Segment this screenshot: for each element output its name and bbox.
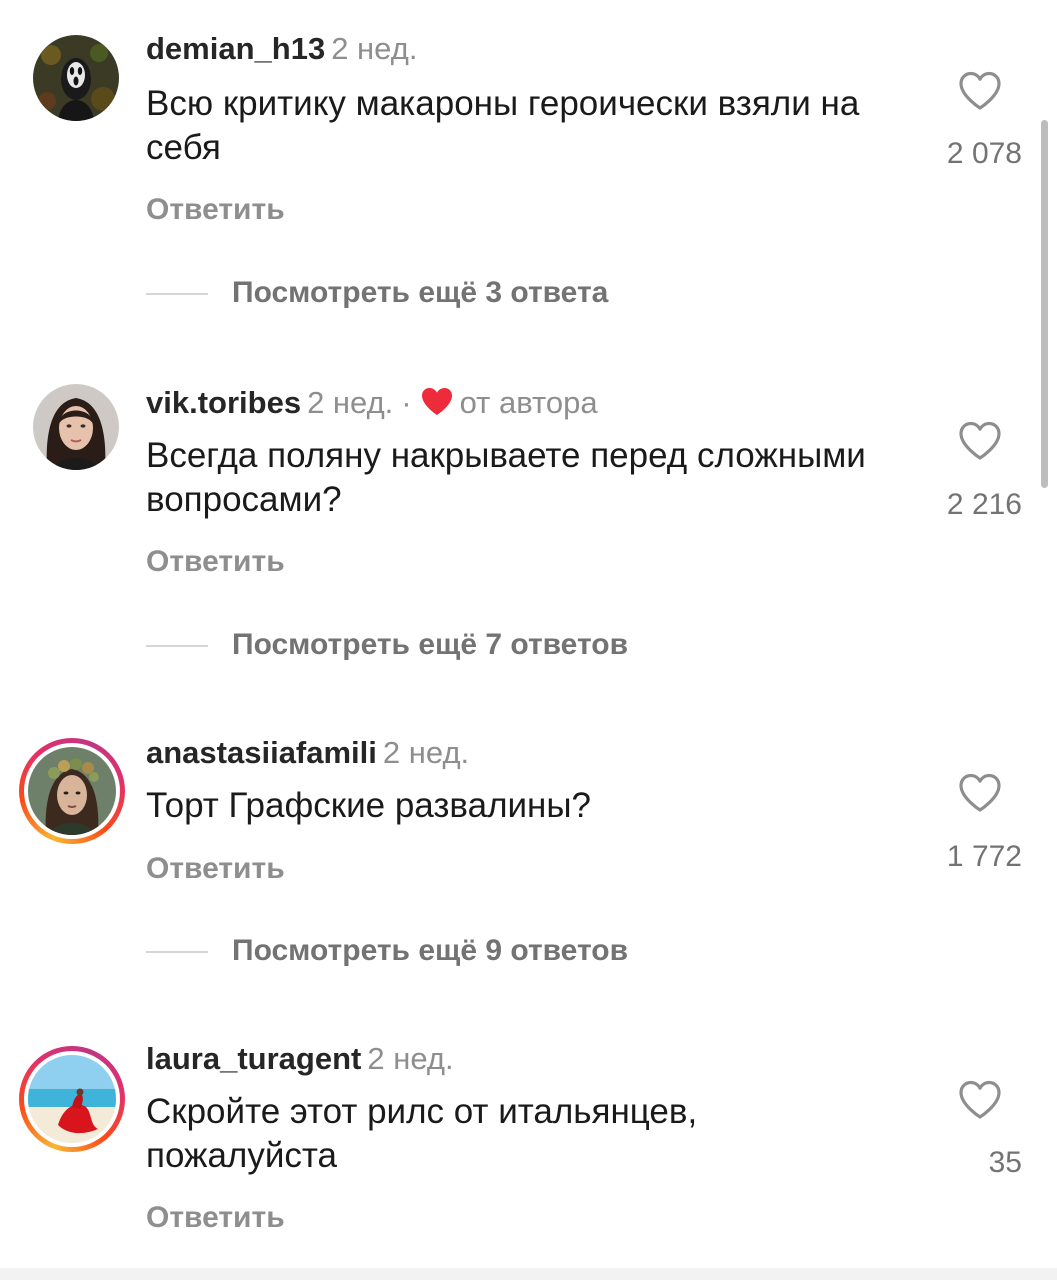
like-heart-icon[interactable]: [957, 420, 1003, 462]
like-heart-icon[interactable]: [957, 772, 1003, 814]
view-more-replies-label[interactable]: Посмотреть ещё 3 ответа: [232, 273, 608, 313]
comment-text: Всегда поляну накрываете перед сложными …: [146, 436, 866, 519]
view-more-replies-label[interactable]: Посмотреть ещё 9 ответов: [232, 931, 628, 971]
avatar[interactable]: [33, 35, 119, 121]
comment-meta: demian_h13 2 нед.: [146, 30, 417, 68]
like-count: 1 772: [946, 840, 1022, 873]
username[interactable]: anastasiiafamili: [146, 735, 377, 770]
reply-button[interactable]: Ответить: [146, 192, 285, 228]
like-heart-icon[interactable]: [957, 70, 1003, 112]
comment-meta: anastasiiafamili 2 нед.: [146, 734, 469, 772]
username[interactable]: vik.toribes: [146, 385, 301, 420]
replies-divider: [146, 951, 208, 953]
reply-button[interactable]: Ответить: [146, 1200, 285, 1236]
avatar: [28, 1055, 116, 1143]
woman-portrait-avatar-image: [33, 384, 119, 470]
ghostface-avatar-image: [33, 35, 119, 121]
comment-text: Скройте этот рилс от итальянцев, пожалуй…: [146, 1092, 698, 1175]
comment-time: 2 нед.: [331, 31, 418, 66]
avatar: [28, 747, 116, 835]
replies-divider: [146, 293, 208, 295]
like-count: 2 078: [946, 137, 1022, 170]
comment-time: 2 нед.: [382, 735, 470, 770]
comment-text: Всю критику макароны героически взяли на…: [146, 84, 860, 167]
bottom-divider: [0, 1268, 1057, 1280]
flower-crown-portrait-avatar-image: [28, 747, 116, 835]
comment-meta: laura_turagent 2 нед.: [146, 1040, 454, 1078]
like-count: 35: [988, 1146, 1022, 1179]
like-count: 2 216: [946, 488, 1022, 521]
avatar-story-ring[interactable]: [19, 738, 125, 844]
username[interactable]: demian_h13: [146, 31, 325, 66]
replies-divider: [146, 645, 208, 647]
avatar-story-ring[interactable]: [19, 1046, 125, 1152]
comment-time: 2 нед.: [307, 385, 394, 420]
like-heart-icon[interactable]: [957, 1079, 1003, 1121]
comment-meta: vik.toribes 2 нед. · от автора: [146, 384, 598, 422]
username[interactable]: laura_turagent: [146, 1041, 361, 1076]
reply-button[interactable]: Ответить: [146, 851, 285, 887]
scrollbar[interactable]: [1041, 120, 1048, 488]
reply-button[interactable]: Ответить: [146, 544, 285, 580]
author-liked-heart-icon: [421, 388, 452, 415]
comment-time: 2 нед.: [367, 1041, 454, 1076]
avatar[interactable]: [33, 384, 119, 470]
view-more-replies-label[interactable]: Посмотреть ещё 7 ответов: [232, 625, 628, 665]
author-badge: от автора: [459, 385, 598, 420]
comment-text: Торт Графские развалины?: [146, 786, 592, 825]
meta-separator: ·: [401, 385, 412, 420]
beach-red-dress-avatar-image: [28, 1055, 116, 1143]
